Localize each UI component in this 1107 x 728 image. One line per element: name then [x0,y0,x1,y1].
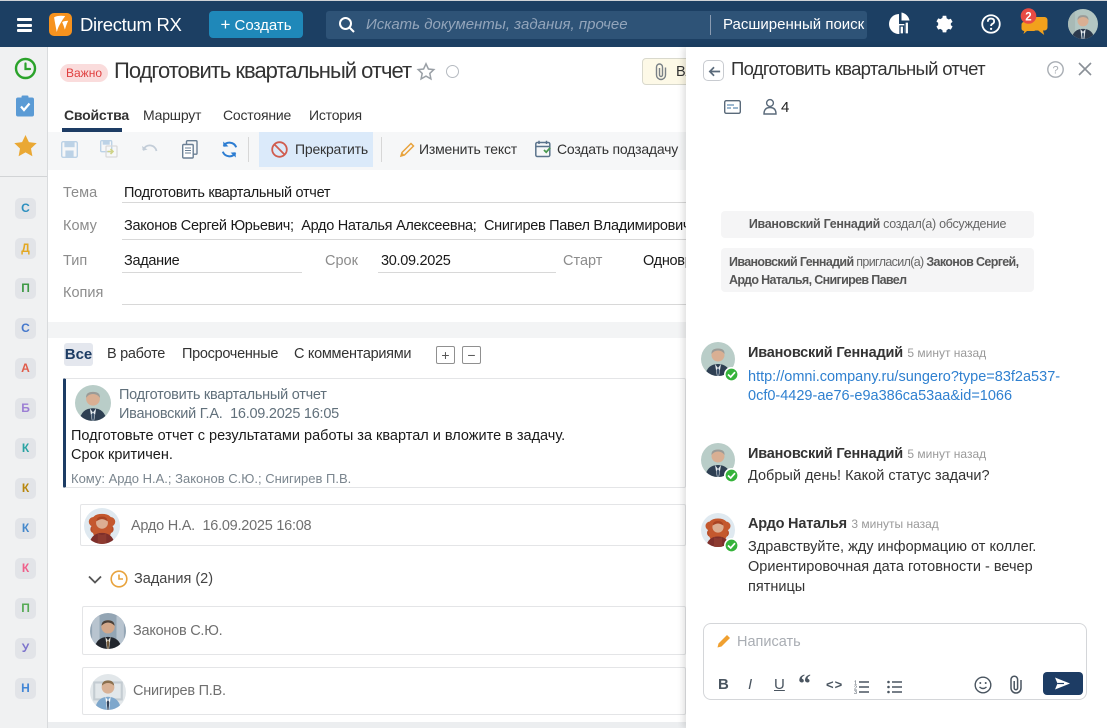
svg-text:3: 3 [854,690,857,694]
svg-text:2: 2 [1025,11,1031,23]
svg-text:?: ? [1052,65,1058,77]
